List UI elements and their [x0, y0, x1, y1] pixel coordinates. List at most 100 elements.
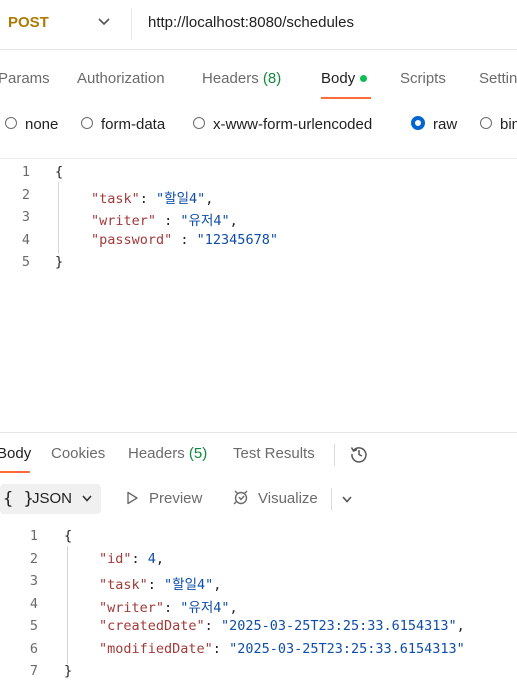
line-number: 2 — [21, 187, 30, 203]
line-number: 4 — [21, 232, 30, 248]
code-line: "modifiedDate": "2025-03-25T23:25:33.615… — [99, 641, 465, 657]
line-number: 1 — [29, 528, 38, 544]
json-trail: , — [229, 600, 238, 616]
chevron-down-icon[interactable] — [340, 492, 354, 506]
line-number: 5 — [29, 618, 38, 634]
code-brace: } — [64, 663, 73, 679]
braces-icon: { } — [3, 489, 34, 509]
line-number: 5 — [21, 254, 30, 270]
chevron-down-icon[interactable] — [96, 13, 112, 29]
json-trail: , — [213, 577, 222, 593]
tab-headers-label: Headers — [202, 70, 259, 87]
tab-headers[interactable]: Headers (8) — [202, 70, 281, 87]
headers-count: (8) — [262, 70, 282, 87]
indent-guide — [58, 182, 59, 254]
json-sep: : — [204, 618, 221, 634]
radio-circle-icon — [5, 117, 17, 130]
json-value: "12345678" — [196, 232, 278, 248]
tab-body[interactable]: Body — [321, 70, 368, 87]
active-tab-underline — [321, 97, 371, 99]
active-dot-icon — [360, 74, 368, 82]
code-line: "createdDate": "2025-03-25T23:25:33.6154… — [99, 618, 465, 634]
tab-authorization[interactable]: Authorization — [77, 70, 165, 87]
tab-response-body[interactable]: Body — [0, 445, 31, 462]
radio-binary-label: bin — [500, 116, 517, 133]
json-sep: : — [139, 191, 157, 207]
divider — [0, 158, 517, 159]
radio-raw[interactable]: raw — [411, 116, 457, 133]
tab-response-headers[interactable]: Headers (5) — [128, 445, 207, 462]
url-input[interactable]: http://localhost:8080/schedules — [148, 14, 354, 31]
json-value: "유저4" — [180, 213, 230, 229]
radio-urlencoded-label: x-www-form-urlencoded — [213, 116, 373, 133]
line-number: 4 — [29, 596, 38, 612]
json-trail: , — [155, 551, 165, 567]
tab-body-label: Body — [321, 70, 356, 87]
json-value: "2025-03-25T23:25:33.6154313" — [220, 618, 457, 634]
json-value: "할일4" — [156, 191, 206, 207]
visualize-icon[interactable] — [231, 488, 251, 508]
line-number: 1 — [21, 164, 30, 180]
json-key: "writer" — [91, 213, 157, 229]
json-key: "id" — [99, 551, 132, 567]
json-trail: , — [205, 191, 214, 207]
json-key: "task" — [91, 191, 140, 207]
divider — [334, 444, 335, 466]
tab-settings[interactable]: Settin — [479, 70, 517, 87]
radio-binary[interactable]: bin — [480, 116, 517, 133]
visualize-button[interactable]: Visualize — [258, 490, 318, 507]
radio-circle-icon — [81, 117, 93, 130]
tab-test-results[interactable]: Test Results — [233, 445, 315, 462]
code-brace: } — [55, 254, 64, 270]
json-value: "할일4" — [164, 577, 214, 593]
radio-none-label: none — [25, 116, 59, 133]
history-icon[interactable] — [349, 444, 369, 464]
json-key: "createdDate" — [99, 618, 205, 634]
radio-none[interactable]: none — [5, 116, 58, 133]
radio-urlencoded[interactable]: x-www-form-urlencoded — [193, 116, 372, 133]
code-line: "writer": "유저4", — [99, 596, 238, 616]
body-type-radios: none form-data x-www-form-urlencoded raw… — [0, 101, 517, 149]
json-sep: : — [131, 551, 148, 567]
json-key: "modifiedDate" — [99, 641, 213, 657]
radio-form-data[interactable]: form-data — [81, 116, 165, 133]
radio-selected-icon — [411, 116, 425, 131]
method-select[interactable]: POST — [8, 14, 49, 31]
line-number: 6 — [29, 641, 38, 657]
json-value: 4 — [147, 551, 156, 567]
code-brace: { — [55, 164, 64, 180]
response-headers-count: (5) — [188, 445, 208, 462]
json-key: "writer" — [99, 600, 165, 616]
request-tabs: Params Authorization Headers (8) Body Sc… — [0, 49, 517, 101]
play-icon[interactable] — [125, 491, 139, 505]
json-trail: , — [456, 618, 465, 634]
json-value: "유저4" — [180, 600, 230, 616]
radio-raw-label: raw — [433, 116, 458, 133]
active-tab-underline — [0, 471, 30, 473]
indent-guide — [67, 546, 68, 664]
line-number: 3 — [21, 209, 30, 225]
radio-circle-icon — [193, 117, 205, 130]
line-number: 3 — [29, 573, 38, 589]
tab-cookies[interactable]: Cookies — [51, 445, 105, 462]
json-sep: : — [172, 232, 197, 248]
chevron-down-icon[interactable] — [80, 491, 94, 505]
json-key: "password" — [91, 232, 173, 248]
radio-circle-icon — [480, 117, 492, 130]
json-sep: : — [212, 641, 230, 657]
json-trail: , — [229, 213, 238, 229]
json-sep: : — [164, 600, 181, 616]
format-label: JSON — [32, 490, 73, 507]
url-divider — [131, 8, 132, 40]
preview-button[interactable]: Preview — [149, 490, 202, 507]
line-number: 2 — [29, 551, 38, 567]
radio-form-data-label: form-data — [101, 116, 166, 133]
tab-scripts[interactable]: Scripts — [400, 70, 446, 87]
response-tabs: Body Cookies Headers (5) Test Results — [0, 433, 517, 477]
json-sep: : — [156, 213, 181, 229]
code-line: "task": "할일4", — [91, 187, 213, 207]
line-number: 7 — [29, 663, 38, 679]
tab-response-headers-label: Headers — [128, 445, 185, 462]
json-value: "2025-03-25T23:25:33.6154313" — [229, 641, 465, 657]
tab-params[interactable]: Params — [0, 70, 50, 87]
